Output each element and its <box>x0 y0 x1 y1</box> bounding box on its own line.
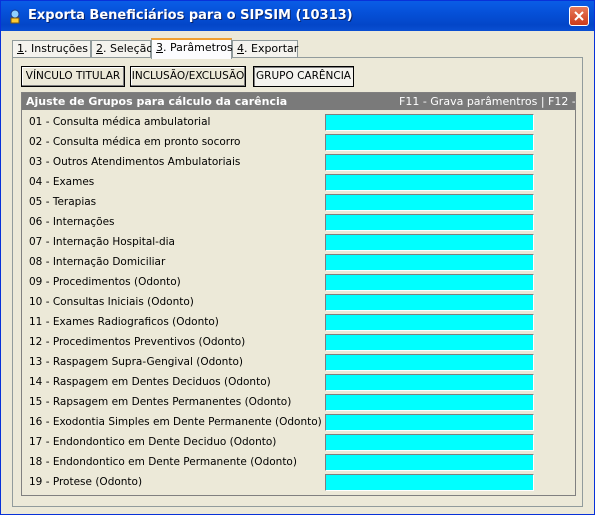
group-field[interactable] <box>325 274 534 291</box>
tab-hotkey: 1 <box>17 42 24 55</box>
group-field[interactable] <box>325 374 534 391</box>
group-label: 14 - Raspagem em Dentes Deciduos (Odonto… <box>29 376 271 388</box>
group-label: 19 - Protese (Odonto) <box>29 476 143 488</box>
tab-page-parametros: VÍNCULO TITULAR INCLUSÃO/EXCLUSÃO GRUPO … <box>12 57 583 507</box>
carencia-panel: Ajuste de Grupos para cálculo da carênci… <box>21 92 576 496</box>
tab-label: . Seleção <box>103 42 154 55</box>
group-label: 10 - Consultas Iniciais (Odonto) <box>29 296 194 308</box>
panel-header: Ajuste de Grupos para cálculo da carênci… <box>22 93 575 110</box>
group-field[interactable] <box>325 474 534 491</box>
group-label: 03 - Outros Atendimentos Ambulatoriais <box>29 156 241 168</box>
group-row: 19 - Protese (Odonto) <box>22 473 575 493</box>
grupo-carencia-button[interactable]: GRUPO CARÊNCIA <box>253 66 354 87</box>
group-label: 04 - Exames <box>29 176 95 188</box>
group-row: 17 - Endondontico em Dente Deciduo (Odon… <box>22 433 575 453</box>
group-field[interactable] <box>325 194 534 211</box>
group-row: 18 - Endondontico em Dente Permanente (O… <box>22 453 575 473</box>
tab-parametros[interactable]: 3. Parâmetros <box>151 38 233 59</box>
group-row: 16 - Exodontia Simples em Dente Permanen… <box>22 413 575 433</box>
group-row: 02 - Consulta médica em pronto socorro <box>22 133 575 153</box>
group-label: 12 - Procedimentos Preventivos (Odonto) <box>29 336 246 348</box>
group-field[interactable] <box>325 334 534 351</box>
close-button[interactable] <box>569 6 589 26</box>
group-row: 12 - Procedimentos Preventivos (Odonto) <box>22 333 575 353</box>
group-row: 15 - Rapsagem em Dentes Permanentes (Odo… <box>22 393 575 413</box>
window-title: Exporta Beneficiários para o SIPSIM (103… <box>28 8 353 23</box>
group-row: 07 - Internação Hospital-dia <box>22 233 575 253</box>
group-label: 16 - Exodontia Simples em Dente Permanen… <box>29 416 322 428</box>
tab-hotkey: 3 <box>156 41 163 54</box>
group-label: 08 - Internação Domiciliar <box>29 256 166 268</box>
app-window: Exporta Beneficiários para o SIPSIM (103… <box>0 0 595 515</box>
app-icon <box>10 9 20 24</box>
group-field[interactable] <box>325 314 534 331</box>
group-field[interactable] <box>325 354 534 371</box>
panel-title: Ajuste de Grupos para cálculo da carênci… <box>26 95 288 108</box>
title-bar[interactable]: Exporta Beneficiários para o SIPSIM (103… <box>1 1 594 31</box>
group-field[interactable] <box>325 134 534 151</box>
group-label: 11 - Exames Radiograficos (Odonto) <box>29 316 219 328</box>
tab-hotkey: 2 <box>96 42 103 55</box>
group-label: 01 - Consulta médica ambulatorial <box>29 116 211 128</box>
close-icon <box>574 11 584 21</box>
group-row: 13 - Raspagem Supra-Gengival (Odonto) <box>22 353 575 373</box>
group-label: 17 - Endondontico em Dente Deciduo (Odon… <box>29 436 277 448</box>
group-field[interactable] <box>325 114 534 131</box>
group-label: 09 - Procedimentos (Odonto) <box>29 276 181 288</box>
group-label: 13 - Raspagem Supra-Gengival (Odonto) <box>29 356 243 368</box>
group-field[interactable] <box>325 254 534 271</box>
group-row: 04 - Exames <box>22 173 575 193</box>
group-row: 11 - Exames Radiograficos (Odonto) <box>22 313 575 333</box>
group-field[interactable] <box>325 294 534 311</box>
group-field[interactable] <box>325 394 534 411</box>
group-label: 05 - Terapias <box>29 196 97 208</box>
tab-selecao[interactable]: 2. Seleção <box>91 40 154 57</box>
group-row: 09 - Procedimentos (Odonto) <box>22 273 575 293</box>
vinculo-titular-button[interactable]: VÍNCULO TITULAR <box>21 66 125 87</box>
tab-exportar[interactable]: 4. Exportar <box>232 40 298 57</box>
group-field[interactable] <box>325 414 534 431</box>
tab-hotkey: 4 <box>237 42 244 55</box>
tab-label: . Parâmetros <box>163 41 233 54</box>
group-label: 18 - Endondontico em Dente Permanente (O… <box>29 456 297 468</box>
group-row: 05 - Terapias <box>22 193 575 213</box>
group-field[interactable] <box>325 234 534 251</box>
group-label: 15 - Rapsagem em Dentes Permanentes (Odo… <box>29 396 292 408</box>
group-row: 03 - Outros Atendimentos Ambulatoriais <box>22 153 575 173</box>
group-row: 08 - Internação Domiciliar <box>22 253 575 273</box>
group-row: 01 - Consulta médica ambulatorial <box>22 113 575 133</box>
group-field[interactable] <box>325 154 534 171</box>
group-label: 06 - Internações <box>29 216 115 228</box>
tab-label: . Instruções <box>24 42 89 55</box>
group-row: 14 - Raspagem em Dentes Deciduos (Odonto… <box>22 373 575 393</box>
group-row: 10 - Consultas Iniciais (Odonto) <box>22 293 575 313</box>
group-field[interactable] <box>325 434 534 451</box>
group-field[interactable] <box>325 214 534 231</box>
group-label: 02 - Consulta médica em pronto socorro <box>29 136 241 148</box>
shortcut-hint: F11 - Grava parâmentros | F12 - Lê <box>399 95 576 108</box>
inclusao-exclusao-button[interactable]: INCLUSÃO/EXCLUSÃO <box>130 66 246 87</box>
tab-instrucoes[interactable]: 1. Instruções <box>12 40 91 57</box>
group-label: 07 - Internação Hospital-dia <box>29 236 175 248</box>
group-field[interactable] <box>325 174 534 191</box>
group-row: 06 - Internações <box>22 213 575 233</box>
group-field[interactable] <box>325 454 534 471</box>
tab-label: . Exportar <box>244 42 299 55</box>
